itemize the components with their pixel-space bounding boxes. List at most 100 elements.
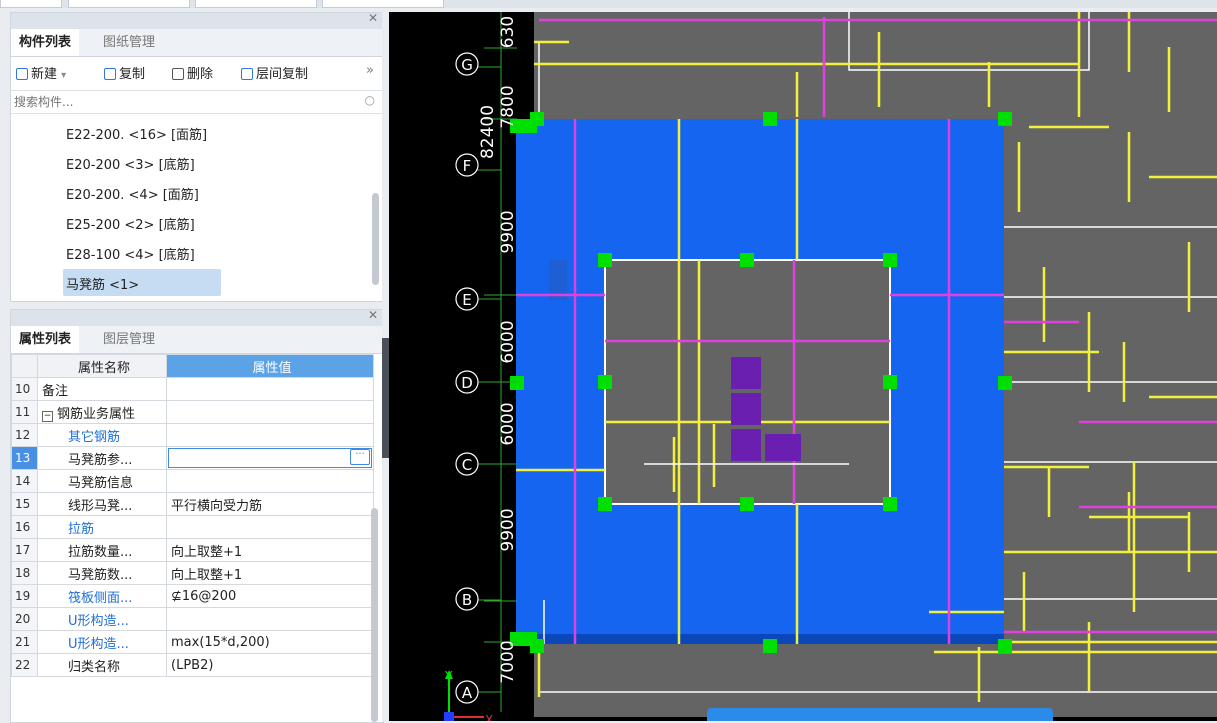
list-item-selected[interactable]: 马凳筋 <1> bbox=[66, 274, 139, 293]
dim-text: 9900 bbox=[498, 508, 518, 551]
row-value[interactable]: 向上取整+1 bbox=[166, 561, 374, 585]
tab-property-list[interactable]: 属性列表 bbox=[11, 326, 80, 353]
row-value[interactable]: max(15*d,200) bbox=[166, 630, 374, 654]
header-name: 属性名称 bbox=[37, 354, 167, 378]
property-tabs: 属性列表 图层管理 bbox=[11, 326, 383, 354]
row-value[interactable]: ⊈16@200 bbox=[166, 584, 374, 608]
row-name: U形构造... bbox=[37, 630, 167, 654]
table-row-selected[interactable]: 13 马凳筋参... ··· bbox=[11, 446, 374, 470]
list-item[interactable]: E25-200 <2> [底筋] bbox=[66, 214, 195, 233]
row-value[interactable] bbox=[166, 515, 374, 539]
search-input[interactable] bbox=[11, 91, 346, 113]
delete-button[interactable]: 删除 bbox=[172, 63, 213, 82]
row-name: 拉筋 bbox=[37, 515, 167, 539]
table-row[interactable]: 17 拉筋数量... 向上取整+1 bbox=[11, 538, 374, 562]
table-row[interactable]: 21 U形构造... max(15*d,200) bbox=[11, 630, 374, 654]
close-icon[interactable]: ✕ bbox=[368, 11, 378, 25]
search-icon[interactable]: ○ bbox=[365, 93, 375, 107]
row-num: 15 bbox=[11, 492, 38, 516]
row-value[interactable] bbox=[166, 469, 374, 493]
axis-label-b: B bbox=[462, 591, 472, 609]
axis-label-d: D bbox=[461, 374, 473, 392]
table-row[interactable]: 14 马凳筋信息 bbox=[11, 469, 374, 493]
row-name: 马凳筋信息 bbox=[37, 469, 167, 493]
header-value: 属性值 bbox=[166, 354, 374, 378]
toolbar-dropdown-1[interactable] bbox=[0, 0, 62, 8]
scrollbar[interactable] bbox=[372, 193, 379, 285]
row-name: 线形马凳... bbox=[37, 492, 167, 516]
dim-text: 630 bbox=[498, 16, 518, 48]
table-row[interactable]: 22 归类名称 (LPB2) bbox=[11, 653, 374, 677]
new-file-icon bbox=[16, 68, 28, 80]
header-num bbox=[11, 354, 38, 378]
dimension-texts: 630 7800 82400 9900 6000 6000 9900 7000 bbox=[478, 16, 518, 684]
axis-label-a: A bbox=[462, 684, 473, 702]
floor-copy-button[interactable]: 层间复制 bbox=[241, 63, 308, 82]
trash-icon bbox=[172, 68, 184, 80]
panel-splitter[interactable] bbox=[382, 338, 389, 458]
row-value[interactable]: (LPB2) bbox=[166, 653, 374, 677]
row-num: 12 bbox=[11, 423, 38, 447]
table-row[interactable]: 16 拉筋 bbox=[11, 515, 374, 539]
row-name: 备注 bbox=[37, 377, 167, 401]
axis-label-f: F bbox=[463, 157, 472, 175]
scrollbar[interactable] bbox=[371, 508, 378, 722]
row-name-group: − 钢筋业务属性 bbox=[37, 400, 167, 424]
list-item[interactable]: E20-200. <4> [面筋] bbox=[66, 184, 199, 203]
list-item[interactable]: E28-100 <4> [底筋] bbox=[66, 244, 195, 263]
delete-label: 删除 bbox=[187, 67, 214, 82]
more-icon[interactable]: » bbox=[366, 63, 374, 78]
toolbar-dropdown-4[interactable] bbox=[322, 0, 444, 8]
copy-button[interactable]: 复制 bbox=[104, 63, 145, 82]
dim-text: 7000 bbox=[498, 640, 518, 683]
tab-layer-management[interactable]: 图层管理 bbox=[95, 326, 163, 353]
toolbar-dropdown-3[interactable] bbox=[195, 0, 317, 8]
table-row[interactable]: 10 备注 bbox=[11, 377, 374, 401]
row-value[interactable]: 平行横向受力筋 bbox=[166, 492, 374, 516]
property-list-panel: ✕ 属性列表 图层管理 属性名称 属性值 10 备注 11− 钢筋业务属性 12 其它… bbox=[10, 309, 384, 723]
row-value-editor[interactable]: ··· bbox=[166, 446, 374, 470]
new-button[interactable]: 新建 ▾ bbox=[16, 63, 66, 82]
tab-component-list[interactable]: 构件列表 bbox=[11, 29, 80, 56]
row-name: U形构造... bbox=[37, 607, 167, 631]
row-name: 筏板侧面... bbox=[37, 584, 167, 608]
row-num: 19 bbox=[11, 584, 38, 608]
axis-y-label: Y bbox=[444, 669, 453, 683]
tab-drawing-management[interactable]: 图纸管理 bbox=[95, 29, 163, 56]
row-name: 拉筋数量... bbox=[37, 538, 167, 562]
panel-titlebar: ✕ bbox=[11, 11, 383, 29]
dim-text: 9900 bbox=[498, 210, 518, 253]
new-label: 新建 bbox=[31, 67, 58, 82]
top-toolbar-strip bbox=[0, 0, 1217, 8]
status-tooltip bbox=[707, 708, 1053, 721]
drawing-canvas[interactable]: G F E D C B A 630 7800 82400 9900 6000 6… bbox=[389, 12, 1217, 721]
row-name: 其它钢筋 bbox=[37, 423, 167, 447]
collapse-icon[interactable]: − bbox=[42, 410, 53, 422]
row-value[interactable] bbox=[166, 423, 374, 447]
table-row[interactable]: 18 马凳筋数... 向上取整+1 bbox=[11, 561, 374, 585]
row-value[interactable]: 向上取整+1 bbox=[166, 538, 374, 562]
list-item[interactable]: E22-200. <16> [面筋] bbox=[66, 124, 207, 143]
chevron-down-icon[interactable]: ▾ bbox=[61, 70, 66, 81]
ellipsis-icon[interactable]: ··· bbox=[350, 449, 370, 465]
table-row[interactable]: 19 筏板侧面... ⊈16@200 bbox=[11, 584, 374, 608]
close-icon[interactable]: ✕ bbox=[368, 310, 378, 322]
toolbar-dropdown-2[interactable] bbox=[68, 0, 190, 8]
value-input[interactable] bbox=[168, 448, 372, 468]
cad-drawing[interactable]: G F E D C B A 630 7800 82400 9900 6000 6… bbox=[389, 12, 1217, 721]
table-row[interactable]: 11− 钢筋业务属性 bbox=[11, 400, 374, 424]
axis-label-e: E bbox=[462, 291, 471, 309]
row-value[interactable] bbox=[166, 607, 374, 631]
floor-copy-label: 层间复制 bbox=[256, 67, 309, 82]
dim-text: 6000 bbox=[498, 320, 518, 363]
axis-x-label: X bbox=[485, 713, 493, 721]
component-tabs: 构件列表 图纸管理 bbox=[11, 29, 383, 57]
row-num: 13 bbox=[11, 446, 38, 470]
list-item[interactable]: E20-200 <3> [底筋] bbox=[66, 154, 195, 173]
row-num: 21 bbox=[11, 630, 38, 654]
row-value[interactable] bbox=[166, 377, 374, 401]
table-row[interactable]: 12 其它钢筋 bbox=[11, 423, 374, 447]
table-row[interactable]: 15 线形马凳... 平行横向受力筋 bbox=[11, 492, 374, 516]
row-value[interactable] bbox=[166, 400, 374, 424]
table-row[interactable]: 20 U形构造... bbox=[11, 607, 374, 631]
